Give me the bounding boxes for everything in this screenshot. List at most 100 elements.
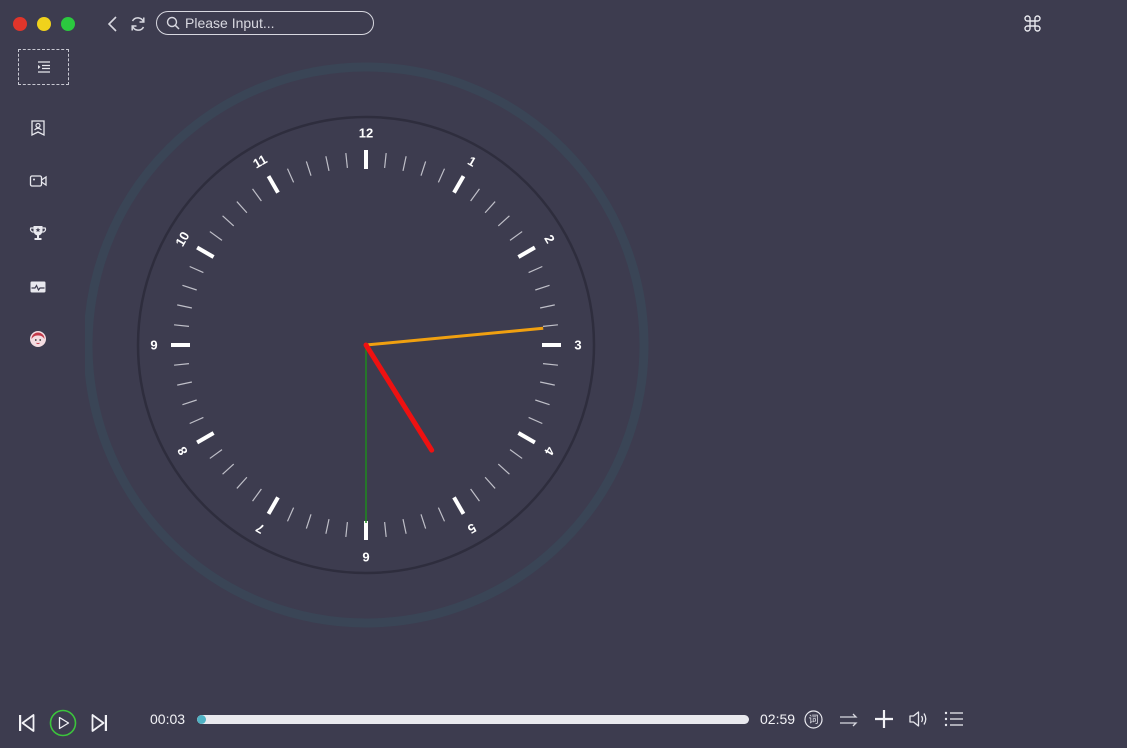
hour-tick — [517, 431, 536, 445]
clock-face: 121234567891011 — [83, 62, 649, 628]
minute-tick — [484, 201, 496, 214]
skip-previous-icon — [19, 714, 35, 732]
refresh-icon — [131, 17, 145, 31]
minute-tick — [345, 521, 348, 538]
minute-tick — [325, 156, 330, 172]
minute-tick — [173, 363, 190, 366]
minute-tick — [209, 449, 223, 459]
clock: 12 1 2 3 4 5 6 7 8 9 10 11 — [83, 62, 651, 628]
previous-button[interactable] — [18, 713, 35, 738]
command-button[interactable] — [1024, 15, 1041, 32]
hour-hand — [363, 342, 435, 453]
minute-tick — [236, 476, 248, 489]
hour-tick — [517, 245, 536, 259]
minute-tick — [177, 381, 193, 386]
clock-numeral: 10 — [172, 229, 192, 249]
minute-tick — [535, 399, 550, 406]
minute-tick — [470, 188, 480, 202]
refresh-button[interactable] — [128, 14, 148, 34]
command-icon — [1024, 15, 1041, 32]
sidebar-item-profile[interactable] — [29, 330, 47, 348]
minute-tick — [528, 265, 543, 274]
minute-tick — [305, 514, 312, 529]
minute-tick — [305, 161, 312, 176]
volume-button[interactable] — [908, 709, 930, 734]
window-minimize-button[interactable] — [37, 17, 51, 31]
next-button[interactable] — [91, 713, 108, 738]
clock-numeral: 12 — [359, 126, 373, 141]
minute-tick — [542, 324, 559, 327]
back-button[interactable] — [103, 14, 123, 34]
duration-time: 02:59 — [760, 711, 796, 727]
play-mode-button[interactable] — [839, 711, 859, 734]
bookmark-user-icon — [31, 120, 45, 137]
playlist-icon — [944, 711, 963, 727]
progress-fill — [197, 715, 207, 724]
clock-numeral: 7 — [253, 520, 267, 537]
minute-tick — [286, 507, 295, 522]
minute-tick — [542, 363, 559, 366]
indent-menu-icon — [37, 61, 50, 73]
sidebar-item-video[interactable] — [29, 172, 47, 190]
progress-bar[interactable] — [197, 715, 749, 724]
minute-tick — [437, 168, 446, 183]
video-camera-icon — [29, 175, 47, 187]
minute-tick — [325, 518, 330, 534]
minute-tick — [497, 463, 510, 475]
volume-icon — [909, 711, 927, 727]
clock-numeral: 11 — [250, 151, 269, 171]
window-maximize-button[interactable] — [61, 17, 75, 31]
minute-tick — [470, 488, 480, 502]
minute-tick — [384, 521, 387, 538]
hour-tick — [452, 175, 466, 194]
lyrics-badge-label: 词 — [809, 714, 819, 726]
trophy-icon — [29, 226, 47, 240]
clock-numeral: 3 — [574, 338, 581, 353]
minute-tick — [384, 152, 387, 169]
window-close-button[interactable] — [13, 17, 27, 31]
card-pulse-icon — [30, 281, 46, 293]
hour-tick — [266, 175, 280, 194]
clock-numeral: 4 — [541, 444, 558, 458]
hour-tick — [196, 245, 215, 259]
playlist-button[interactable] — [944, 710, 964, 733]
sidebar-toggle-button[interactable] — [18, 49, 69, 85]
lyrics-button[interactable]: 词 — [804, 710, 823, 729]
minute-tick — [535, 284, 550, 291]
minute-tick — [182, 399, 197, 406]
sidebar-item-trophy[interactable] — [29, 224, 47, 242]
play-icon — [49, 709, 77, 737]
current-time: 00:03 — [150, 711, 186, 727]
plus-icon — [875, 710, 893, 728]
minute-tick — [222, 215, 235, 227]
minute-tick — [252, 488, 262, 502]
minute-tick — [420, 161, 427, 176]
minute-tick — [497, 215, 510, 227]
minute-tick — [509, 231, 523, 241]
minute-tick — [539, 381, 555, 386]
player-bar: 00:03 02:59 词 — [0, 700, 1127, 748]
minute-tick — [402, 518, 407, 534]
minute-tick — [222, 463, 235, 475]
search-icon — [166, 16, 180, 30]
minute-tick — [177, 304, 193, 309]
lyrics-badge-icon: 词 — [804, 710, 823, 729]
minute-tick — [173, 324, 190, 327]
chevron-left-icon — [107, 16, 117, 32]
minute-tick — [528, 416, 543, 425]
minute-tick — [286, 168, 295, 183]
search-box[interactable] — [156, 11, 374, 35]
hour-tick — [266, 496, 280, 515]
sidebar-item-monitor[interactable] — [29, 278, 47, 296]
clock-numeral: 9 — [150, 338, 157, 353]
minute-tick — [539, 304, 555, 309]
minute-tick — [484, 476, 496, 489]
sidebar-item-bookmark[interactable] — [29, 119, 47, 137]
play-button[interactable] — [49, 709, 77, 742]
hour-tick — [196, 431, 215, 445]
minute-tick — [509, 449, 523, 459]
search-input[interactable] — [185, 15, 365, 31]
add-button[interactable] — [874, 709, 894, 734]
clock-numeral: 5 — [465, 520, 479, 537]
minute-tick — [437, 507, 446, 522]
